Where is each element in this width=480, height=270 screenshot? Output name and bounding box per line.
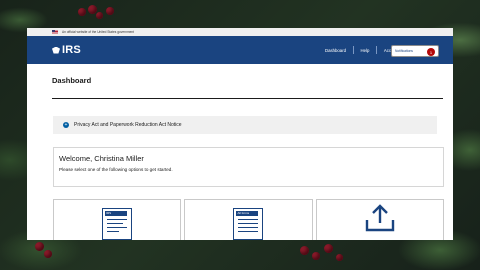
site-header: IRS Dashboard Help Account ⌄ Sign Out <box>27 36 453 64</box>
document-line <box>107 219 128 220</box>
nav-help[interactable]: Help <box>354 36 377 64</box>
document-line <box>107 231 120 232</box>
nav-dashboard[interactable]: Dashboard <box>318 36 353 64</box>
plus-icon: + <box>63 122 69 128</box>
document-line <box>107 227 128 228</box>
accordion-label: Privacy Act and Paperwork Reduction Act … <box>74 122 182 128</box>
document-tab-label: All forms <box>236 211 259 216</box>
document-line <box>238 219 259 220</box>
document-line <box>238 223 259 224</box>
document-line <box>238 227 259 228</box>
browser-page: An official website of the United States… <box>27 28 453 240</box>
welcome-panel: Welcome, Christina Miller Please select … <box>53 147 444 187</box>
us-flag-icon <box>52 30 58 34</box>
gov-banner-text: An official website of the United States… <box>62 30 135 34</box>
berry-decoration <box>312 252 320 260</box>
berry-decoration <box>44 250 52 258</box>
option-cards: IRS All forms <box>53 199 444 240</box>
berry-decoration <box>300 246 309 255</box>
berry-decoration <box>35 242 44 251</box>
berry-decoration <box>78 8 86 16</box>
eagle-icon <box>52 46 60 55</box>
title-divider <box>52 98 443 99</box>
document-line <box>238 231 259 232</box>
privacy-notice-accordion[interactable]: + Privacy Act and Paperwork Reduction Ac… <box>53 116 437 134</box>
logo-text: IRS <box>62 44 81 56</box>
title-row: Dashboard <box>27 64 453 106</box>
document-tab-label: IRS <box>105 211 128 216</box>
notifications-count-badge: 1 <box>427 48 435 56</box>
berry-decoration <box>336 254 343 261</box>
notifications-label: Notifications <box>395 49 413 53</box>
document-line <box>107 223 124 224</box>
gov-banner: An official website of the United States… <box>27 28 453 36</box>
berry-decoration <box>324 244 333 253</box>
berry-decoration <box>96 12 103 19</box>
document-icon: All forms <box>233 208 264 240</box>
irs-logo[interactable]: IRS <box>52 44 81 56</box>
upload-icon <box>365 204 395 232</box>
document-icon: IRS <box>102 208 133 240</box>
berry-decoration <box>106 7 114 15</box>
welcome-heading: Welcome, Christina Miller <box>59 154 144 163</box>
page-title: Dashboard <box>52 76 92 85</box>
option-card-tax-records[interactable]: IRS <box>53 199 182 240</box>
welcome-instructions: Please select one of the following optio… <box>59 167 173 172</box>
option-card-all-forms[interactable]: All forms <box>184 199 313 240</box>
notifications-button[interactable]: Notifications 1 <box>391 45 439 57</box>
option-card-upload[interactable] <box>315 199 444 240</box>
